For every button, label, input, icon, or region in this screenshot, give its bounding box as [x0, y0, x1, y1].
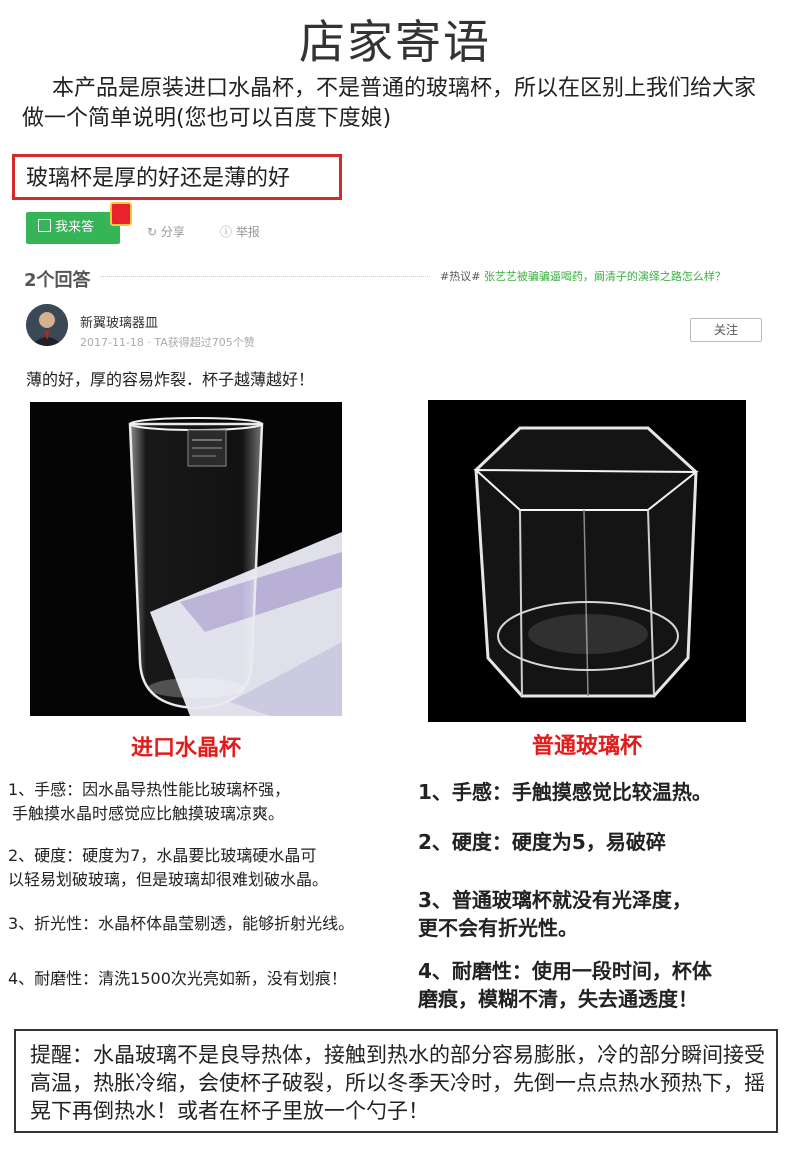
edit-icon — [38, 219, 51, 232]
ordinary-glass-photo — [428, 400, 746, 722]
divider — [100, 276, 430, 277]
glass-point: 3、普通玻璃杯就没有光泽度， 更不会有折光性。 — [418, 888, 692, 940]
answer-summary: 薄的好，厚的容易炸裂．杯子越薄越好！ — [26, 370, 315, 389]
glass-point: 4、耐磨性：使用一段时间，杯体 磨痕，模糊不清，失去通透度！ — [418, 959, 712, 1011]
red-packet-icon — [110, 202, 132, 226]
crystal-point: 2、硬度：硬度为7，水晶要比玻璃硬水晶可 以轻易划破玻璃，但是玻璃却很难划破水晶。 — [8, 846, 329, 889]
crystal-point: 3、折光性：水晶杯体晶莹剔透，能够折射光线。 — [8, 914, 355, 933]
glass-caption: 普通玻璃杯 — [531, 734, 642, 759]
crystal-point: 4、耐磨性：清洗1500次光亮如新，没有划痕！ — [8, 969, 347, 988]
author-meta: 2017-11-18 · TA获得超过705个赞 — [80, 336, 255, 349]
follow-button[interactable]: 关注 — [690, 318, 762, 342]
tip-text: 提醒：水晶玻璃不是良导热体，接触到热水的部分容易膨胀，冷的部分瞬间接受高温，热胀… — [30, 1043, 765, 1123]
report-link[interactable]: ⓘ 举报 — [220, 223, 260, 240]
report-icon: ⓘ — [220, 225, 236, 239]
share-icon: ↻ — [147, 225, 161, 239]
page-title: 店家寄语 — [299, 15, 491, 69]
crystal-point: 1、手感：因水晶导热性能比玻璃杯强， 手触摸水晶时感觉应比触摸玻璃凉爽。 — [8, 780, 291, 823]
author-name[interactable]: 新翼玻璃器皿 — [80, 312, 158, 331]
share-link[interactable]: ↻ 分享 — [147, 223, 185, 240]
crystal-caption: 进口水晶杯 — [130, 736, 241, 761]
glass-point: 1、手感：手触摸感觉比较温热。 — [418, 780, 712, 804]
intro-text: 本产品是原装进口水晶杯，不是普通的玻璃杯，所以在区别上我们给大家做一个简单说明(… — [22, 76, 757, 131]
answer-count: 2个回答 — [24, 270, 91, 291]
hot-topic[interactable]: #热议# 张艺艺被骗骗逼喝药，阚清子的演绎之路怎么样？ — [440, 268, 726, 284]
question-title: 玻璃杯是厚的好还是薄的好 — [26, 166, 291, 191]
crystal-glass-photo — [30, 402, 342, 716]
answer-button[interactable]: 我来答 — [26, 212, 120, 244]
glass-point: 2、硬度：硬度为5，易破碎 — [418, 830, 666, 854]
avatar[interactable] — [26, 304, 68, 346]
